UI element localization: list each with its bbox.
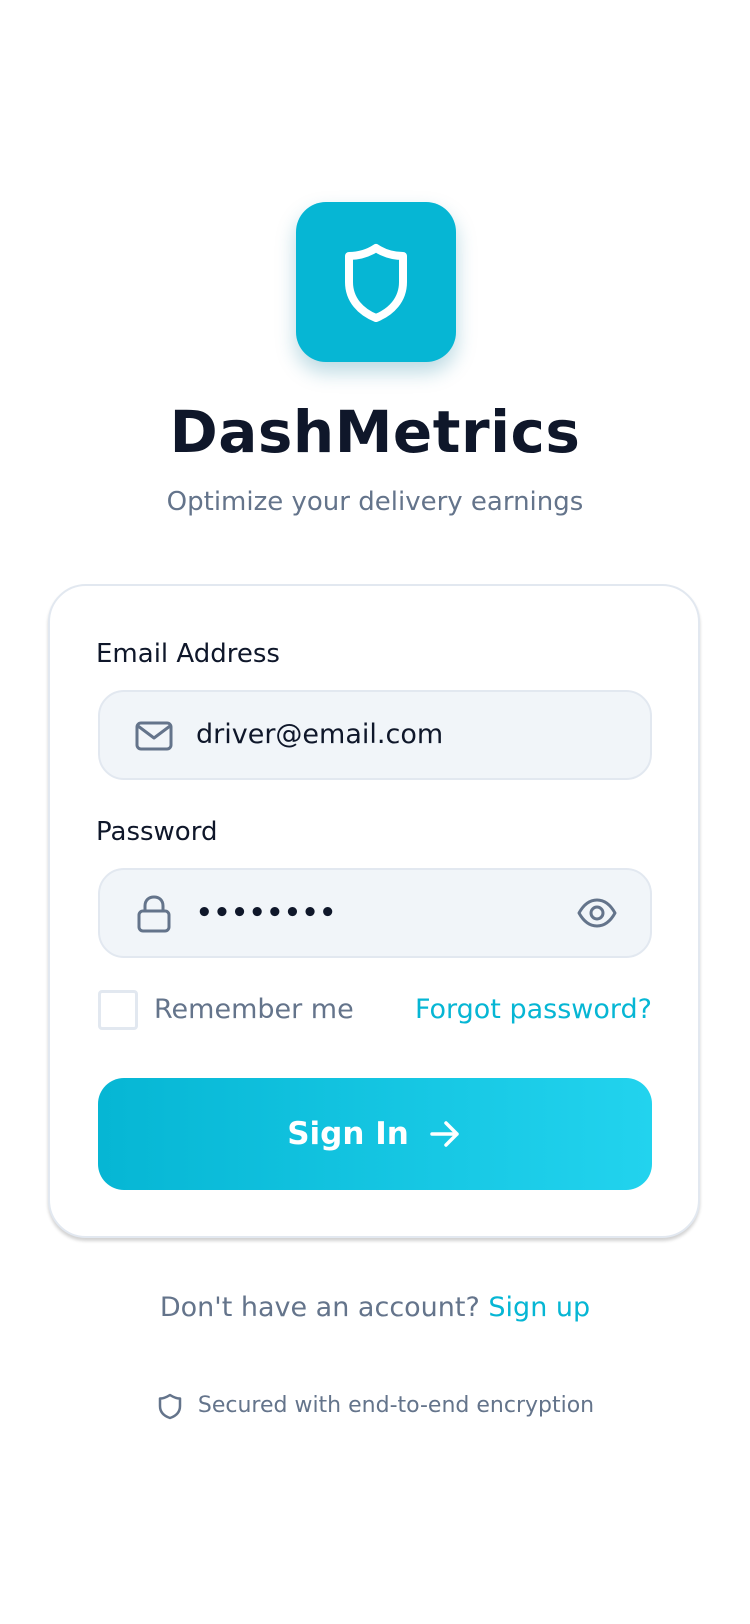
shield-icon bbox=[158, 1393, 182, 1420]
email-field[interactable]: driver@email.com bbox=[98, 690, 652, 780]
email-label: Email Address bbox=[96, 639, 280, 669]
password-label: Password bbox=[96, 817, 218, 847]
security-note: Secured with end-to-end encryption bbox=[0, 1390, 750, 1422]
sign-in-button[interactable]: Sign In bbox=[98, 1078, 652, 1190]
app-name: DashMetrics bbox=[169, 398, 581, 466]
arrow-right-icon bbox=[430, 1121, 459, 1147]
security-text: Secured with end-to-end encryption bbox=[197, 1393, 595, 1418]
signup-prompt: Don't have an account? bbox=[159, 1292, 480, 1323]
signup-row: Don't have an account? Sign up bbox=[0, 1288, 750, 1328]
password-value[interactable]: •••••••• bbox=[196, 870, 337, 956]
app-logo bbox=[296, 202, 456, 362]
sign-up-link[interactable]: Sign up bbox=[488, 1292, 590, 1323]
app-tagline: Optimize your delivery earnings bbox=[166, 487, 584, 517]
eye-icon[interactable] bbox=[576, 892, 618, 934]
email-value[interactable]: driver@email.com bbox=[196, 692, 443, 778]
shield-icon bbox=[345, 244, 407, 322]
lock-icon bbox=[137, 895, 171, 933]
forgot-password-link[interactable]: Forgot password? bbox=[415, 990, 652, 1030]
mail-icon bbox=[135, 721, 173, 751]
sign-in-label: Sign In bbox=[287, 1116, 409, 1152]
remember-me-label[interactable]: Remember me bbox=[154, 990, 354, 1030]
password-field[interactable]: •••••••• bbox=[98, 868, 652, 958]
remember-me-checkbox[interactable] bbox=[98, 990, 138, 1030]
